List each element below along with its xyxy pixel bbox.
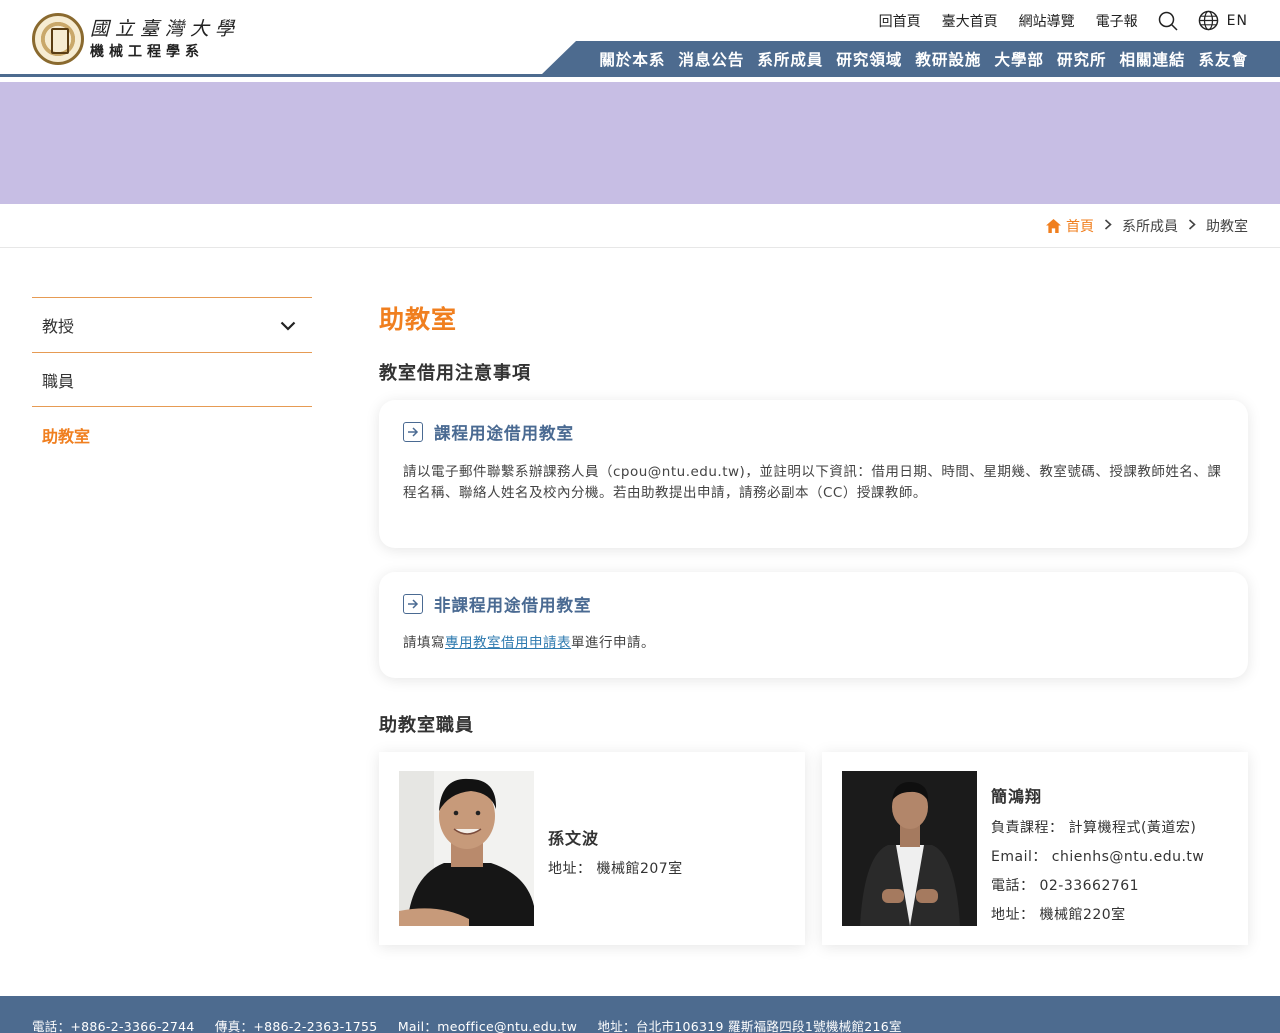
- nav-members[interactable]: 系所成員: [757, 48, 823, 70]
- staff-address: 機械館207室: [596, 861, 683, 877]
- nav-research[interactable]: 研究領域: [836, 48, 902, 70]
- sidebar-item-staff[interactable]: 職員: [32, 352, 312, 407]
- util-link-newsletter[interactable]: 電子報: [1096, 11, 1138, 31]
- header-divider: [0, 74, 1280, 77]
- card-text: 請以電子郵件聯繫系辦課務人員（cpou@ntu.edu.tw)，並註明以下資訊：…: [403, 464, 1222, 501]
- field-label: 地址：: [548, 861, 592, 877]
- university-seal-icon: [32, 13, 84, 65]
- staff-name: 孫文波: [548, 829, 600, 848]
- nav-alumni[interactable]: 系友會: [1198, 48, 1248, 70]
- staff-photo: [399, 771, 534, 926]
- card-title: 課程用途借用教室: [434, 424, 574, 443]
- breadcrumb-home[interactable]: 首頁: [1046, 216, 1094, 236]
- card-heading: 課程用途借用教室: [403, 420, 1224, 444]
- chevron-right-icon: [1104, 218, 1112, 234]
- field-label: 電話：: [991, 878, 1035, 894]
- staff-course: 計算機程式(黃道宏): [1068, 820, 1197, 836]
- field-label: 地址：: [991, 907, 1035, 923]
- staff-address-row: 地址： 機械館220室: [991, 904, 1204, 924]
- util-link-ntu-home[interactable]: 臺大首頁: [942, 11, 998, 31]
- card-text-pre: 請填寫: [403, 635, 445, 651]
- page-title: 助教室: [379, 305, 458, 334]
- notice-section-title: 教室借用注意事項: [379, 363, 531, 384]
- footer-phone: 電話：+886-2-3366-2744: [32, 1019, 195, 1033]
- staff-card: 簡鴻翔 負責課程： 計算機程式(黃道宏) Email： chienhs@ntu.…: [822, 752, 1248, 945]
- chevron-down-icon[interactable]: [280, 316, 296, 335]
- notice-card-course: 課程用途借用教室 請以電子郵件聯繫系辦課務人員（cpou@ntu.edu.tw)…: [379, 400, 1248, 548]
- footer-fax: 傳真：+886-2-2363-1755: [214, 1019, 378, 1033]
- staff-section-title: 助教室職員: [379, 715, 474, 736]
- sidebar-item-label: 助教室: [42, 426, 91, 446]
- staff-phone: 02-33662761: [1039, 878, 1140, 894]
- arrow-right-box-icon: [403, 422, 423, 442]
- staff-address: 機械館220室: [1039, 907, 1126, 923]
- nav-graduate[interactable]: 研究所: [1057, 48, 1107, 70]
- search-icon[interactable]: [1158, 11, 1178, 31]
- home-icon: [1046, 219, 1061, 233]
- staff-card: 孫文波 地址： 機械館207室: [379, 752, 805, 945]
- globe-icon[interactable]: [1198, 10, 1219, 31]
- staff-address-row: 地址： 機械館207室: [548, 858, 683, 878]
- card-text: 請填寫專用教室借用申請表單進行申請。: [403, 633, 1224, 654]
- site-logo[interactable]: 國立臺灣大學 機械工程學系: [32, 13, 240, 65]
- util-link-sitemap[interactable]: 網站導覽: [1019, 11, 1075, 31]
- breadcrumb-members[interactable]: 系所成員: [1122, 216, 1178, 236]
- field-label: Email：: [991, 849, 1047, 865]
- staff-name: 簡鴻翔: [991, 787, 1043, 806]
- page-banner: [0, 82, 1280, 204]
- card-title: 非課程用途借用教室: [434, 596, 592, 615]
- main-content: 助教室 教室借用注意事項 課程用途借用教室 請以電子郵件聯繫系辦課務人員（cpo…: [379, 300, 1248, 945]
- chevron-right-icon: [1188, 218, 1196, 234]
- staff-details: 簡鴻翔 負責課程： 計算機程式(黃道宏) Email： chienhs@ntu.…: [991, 783, 1204, 924]
- staff-email-row: Email： chienhs@ntu.edu.tw: [991, 846, 1204, 866]
- arrow-right-box-icon: [403, 594, 423, 614]
- logo-university-name: 國立臺灣大學: [90, 17, 241, 40]
- breadcrumb-bar: 首頁 系所成員 助教室: [0, 204, 1280, 248]
- language-switch[interactable]: EN: [1227, 13, 1248, 29]
- sidebar-item-label: 職員: [42, 371, 75, 391]
- notice-card-noncourse: 非課程用途借用教室 請填寫專用教室借用申請表單進行申請。: [379, 572, 1248, 678]
- utility-nav: 回首頁 臺大首頁 網站導覽 電子報 EN: [858, 10, 1248, 31]
- card-text-post: 單進行申請。: [571, 635, 655, 651]
- sidebar-item-professors[interactable]: 教授: [32, 297, 312, 352]
- card-heading: 非課程用途借用教室: [403, 592, 1224, 616]
- nav-facilities[interactable]: 教研設施: [915, 48, 981, 70]
- sidebar-item-ta-office[interactable]: 助教室: [32, 407, 312, 462]
- staff-photo: [842, 771, 977, 926]
- footer-contact: 電話：+886-2-3366-2744 傳真：+886-2-2363-1755 …: [32, 1016, 918, 1033]
- breadcrumb-home-label: 首頁: [1066, 219, 1094, 235]
- footer-mail[interactable]: Mail：meoffice@ntu.edu.tw: [398, 1019, 577, 1033]
- staff-course-row: 負責課程： 計算機程式(黃道宏): [991, 817, 1204, 837]
- nav-undergraduate[interactable]: 大學部: [994, 48, 1044, 70]
- site-header: 國立臺灣大學 機械工程學系 回首頁 臺大首頁 網站導覽 電子報 EN 關於本系 …: [0, 0, 1280, 82]
- nav-links[interactable]: 相關連結: [1119, 48, 1185, 70]
- logo-department-name: 機械工程學系: [90, 43, 204, 60]
- main-nav: 關於本系 消息公告 系所成員 研究領域 教研設施 大學部 研究所 相關連結 系友…: [540, 41, 1280, 76]
- sidebar-item-label: 教授: [42, 317, 75, 336]
- util-link-home[interactable]: 回首頁: [879, 11, 921, 31]
- application-form-link[interactable]: 專用教室借用申請表: [445, 635, 571, 651]
- field-label: 負責課程：: [991, 820, 1064, 836]
- staff-phone-row: 電話： 02-33662761: [991, 875, 1204, 895]
- breadcrumb: 首頁 系所成員 助教室: [1046, 216, 1248, 236]
- footer-address: 地址：台北市106319 羅斯福路四段1號機械館216室: [597, 1019, 902, 1033]
- staff-email[interactable]: chienhs@ntu.edu.tw: [1052, 849, 1205, 865]
- nav-news[interactable]: 消息公告: [678, 48, 744, 70]
- sidebar: 教授 職員 助教室: [32, 297, 312, 462]
- nav-about[interactable]: 關於本系: [599, 48, 665, 70]
- staff-details: 孫文波 地址： 機械館207室: [548, 825, 683, 878]
- site-footer: 電話：+886-2-3366-2744 傳真：+886-2-2363-1755 …: [0, 996, 1280, 1033]
- breadcrumb-current: 助教室: [1206, 219, 1248, 235]
